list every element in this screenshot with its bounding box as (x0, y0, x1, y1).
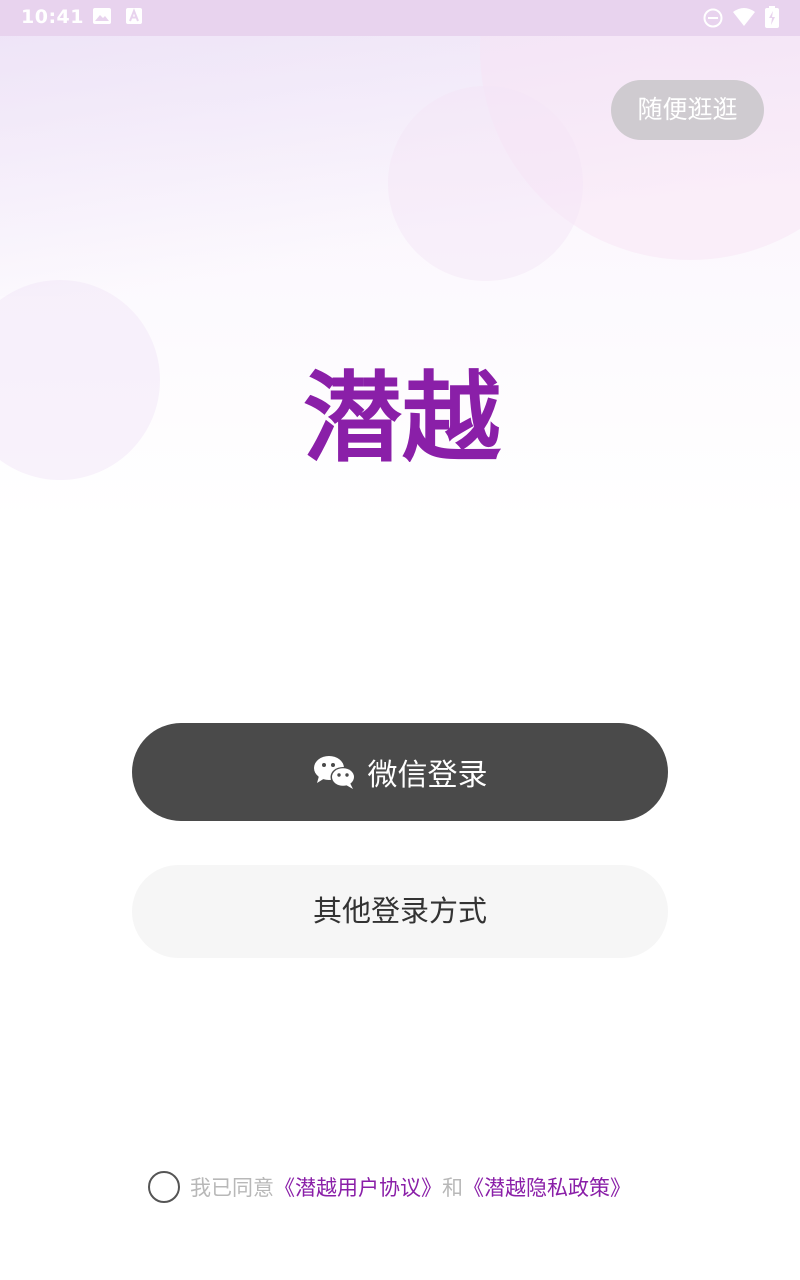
decor-bubble (388, 86, 583, 281)
wifi-icon (733, 8, 755, 26)
privacy-policy-link[interactable]: 《潜越隐私政策》 (463, 1172, 631, 1202)
status-time: 10:41 (21, 6, 84, 28)
browse-button[interactable]: 随便逛逛 (611, 80, 764, 140)
wechat-login-label: 微信登录 (367, 758, 488, 793)
dnd-icon (703, 8, 723, 28)
image-icon (93, 8, 111, 24)
decor-bubble (0, 280, 160, 480)
wechat-icon (313, 756, 355, 789)
agreement-prefix: 我已同意 (190, 1176, 274, 1200)
logo-text: 潜越 (303, 362, 502, 462)
agreement-checkbox[interactable] (148, 1171, 180, 1203)
agreement-row: 我已同意 《潜越用户协议》 和 《潜越隐私政策》 (148, 1168, 631, 1206)
user-agreement-link[interactable]: 《潜越用户协议》 (274, 1172, 442, 1202)
status-bar: 10:41 (0, 0, 800, 36)
agreement-conjunction: 和 (442, 1176, 463, 1200)
login-screen: 10:41 随便逛逛 潜越 微信登录 其他登录方式 我已同意 《潜越用户协议》 … (0, 0, 800, 1280)
wechat-login-button[interactable]: 微信登录 (132, 723, 668, 821)
a-icon (126, 8, 142, 24)
battery-icon (765, 6, 779, 28)
other-login-button[interactable]: 其他登录方式 (132, 865, 668, 958)
app-logo: 潜越 (302, 362, 502, 476)
